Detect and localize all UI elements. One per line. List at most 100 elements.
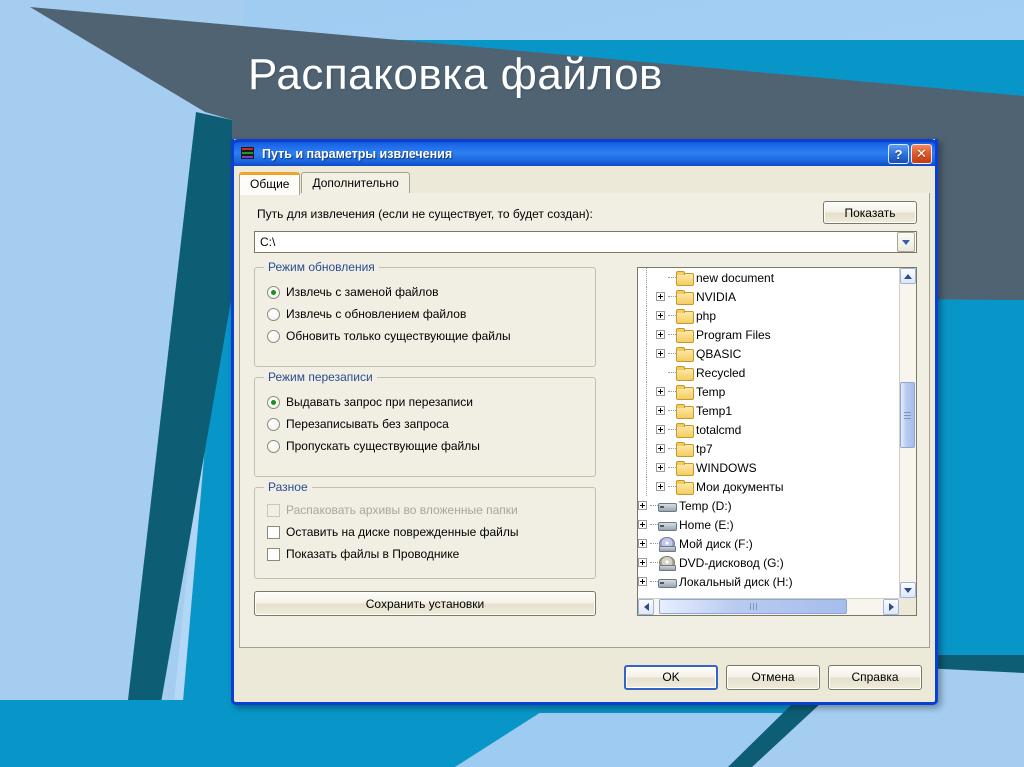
tree-item[interactable]: DVD-дисковод (G:) xyxy=(638,553,899,572)
tree-item[interactable]: Program Files xyxy=(638,325,899,344)
tree-indent-guide xyxy=(638,477,656,496)
save-settings-button[interactable]: Сохранить установки xyxy=(254,591,596,616)
tree-item[interactable]: Recycled xyxy=(638,363,899,382)
titlebar-buttons: ? ✕ xyxy=(888,144,932,164)
checkbox-icon xyxy=(267,503,280,517)
grip-icon xyxy=(904,411,911,420)
tree-item[interactable]: NVIDIA xyxy=(638,287,899,306)
chevron-down-icon[interactable] xyxy=(897,232,915,252)
checkbox-show-files-in-explorer[interactable]: Показать файлы в Проводнике xyxy=(267,543,595,565)
folder-tree-panel[interactable]: new document NVIDIA php Program Files QBASIC… xyxy=(637,267,917,616)
vertical-scroll-thumb[interactable] xyxy=(900,382,915,448)
misc-group: Разное Распаковать архивы во вложенные п… xyxy=(254,480,596,579)
tree-item[interactable]: tp7 xyxy=(638,439,899,458)
tree-item[interactable]: Мой диск (F:) xyxy=(638,534,899,553)
checkbox-keep-broken-files[interactable]: Оставить на диске поврежденные файлы xyxy=(267,521,595,543)
update-mode-title: Режим обновления xyxy=(264,260,379,274)
folder-icon xyxy=(676,271,694,286)
tree-item-label: NVIDIA xyxy=(696,289,737,304)
dialog-titlebar[interactable]: Путь и параметры извлечения ? ✕ xyxy=(231,139,938,166)
scroll-left-button[interactable] xyxy=(638,599,654,615)
tree-indent-guide xyxy=(638,344,656,363)
radio-label: Перезаписывать без запроса xyxy=(286,417,449,431)
radio-extract-replace[interactable]: Извлечь с заменой файлов xyxy=(267,281,595,303)
chevron-right-icon xyxy=(888,603,894,611)
tree-item[interactable]: new document xyxy=(638,268,899,287)
radio-update-existing-only[interactable]: Обновить только существующие файлы xyxy=(267,325,595,347)
close-icon[interactable]: ✕ xyxy=(911,144,932,164)
expand-plus-icon[interactable] xyxy=(656,292,665,301)
tree-connector xyxy=(668,344,676,363)
radio-overwrite-silently[interactable]: Перезаписывать без запроса xyxy=(267,413,595,435)
radio-icon[interactable] xyxy=(267,329,280,343)
tree-item[interactable]: WINDOWS xyxy=(638,458,899,477)
extraction-path-input[interactable]: C:\ xyxy=(255,235,897,249)
show-button[interactable]: Показать xyxy=(823,201,917,224)
cd-drive-icon xyxy=(658,536,676,552)
tree-item[interactable]: php xyxy=(638,306,899,325)
tab-general[interactable]: Общие xyxy=(239,172,301,195)
expand-plus-icon[interactable] xyxy=(656,311,665,320)
checkbox-icon[interactable] xyxy=(267,525,280,539)
expand-plus-icon[interactable] xyxy=(656,425,665,434)
scroll-right-button[interactable] xyxy=(883,599,899,615)
radio-label: Извлечь с заменой файлов xyxy=(286,285,439,299)
radio-extract-update[interactable]: Извлечь с обновлением файлов xyxy=(267,303,595,325)
radio-icon[interactable] xyxy=(267,417,280,431)
tree-horizontal-scrollbar[interactable] xyxy=(638,598,899,615)
tree-item-label: Мои документы xyxy=(696,479,784,494)
tree-connector xyxy=(650,496,658,515)
tree-item[interactable]: Мои документы xyxy=(638,477,899,496)
dvd-drive-icon xyxy=(658,555,676,571)
tree-item-label: Temp1 xyxy=(696,403,733,418)
expand-plus-icon[interactable] xyxy=(656,406,665,415)
expand-plus-icon[interactable] xyxy=(656,463,665,472)
dialog-title: Путь и параметры извлечения xyxy=(262,147,453,161)
tree-item[interactable]: Локальный диск (H:) xyxy=(638,572,899,591)
tree-item[interactable]: Home (E:) xyxy=(638,515,899,534)
tree-vertical-scrollbar[interactable] xyxy=(899,268,916,598)
radio-skip-existing[interactable]: Пропускать существующие файлы xyxy=(267,435,595,457)
tree-item[interactable]: Temp (D:) xyxy=(638,496,899,515)
extraction-path-combo[interactable]: C:\ xyxy=(254,231,917,253)
ok-button[interactable]: OK xyxy=(624,664,718,690)
tree-connector xyxy=(668,287,676,306)
expand-plus-icon[interactable] xyxy=(656,387,665,396)
scroll-down-button[interactable] xyxy=(900,582,916,598)
tree-item[interactable]: QBASIC xyxy=(638,344,899,363)
expand-plus-icon[interactable] xyxy=(638,539,647,548)
help-button[interactable]: Справка xyxy=(828,664,922,690)
tree-item[interactable]: totalcmd xyxy=(638,420,899,439)
horizontal-scroll-thumb[interactable] xyxy=(659,599,847,614)
cancel-button[interactable]: Отмена xyxy=(726,664,820,690)
tree-connector xyxy=(668,458,676,477)
tree-indent-guide xyxy=(638,458,656,477)
tree-item[interactable]: Temp1 xyxy=(638,401,899,420)
radio-icon[interactable] xyxy=(267,307,280,321)
radio-icon[interactable] xyxy=(267,285,280,299)
expand-plus-icon[interactable] xyxy=(638,501,647,510)
update-mode-group: Режим обновления Извлечь с заменой файло… xyxy=(254,260,596,367)
radio-icon[interactable] xyxy=(267,439,280,453)
expand-plus-icon[interactable] xyxy=(656,444,665,453)
expand-plus-icon[interactable] xyxy=(638,520,647,529)
tree-connector xyxy=(668,477,676,496)
folder-icon xyxy=(676,385,694,400)
checkbox-icon[interactable] xyxy=(267,547,280,561)
help-icon[interactable]: ? xyxy=(888,144,909,164)
scroll-up-button[interactable] xyxy=(900,268,916,284)
radio-prompt-on-overwrite[interactable]: Выдавать запрос при перезаписи xyxy=(267,391,595,413)
tree-item-label: Temp (D:) xyxy=(679,498,732,513)
tree-connector xyxy=(668,306,676,325)
tree-connector xyxy=(650,534,658,553)
expand-plus-icon[interactable] xyxy=(656,349,665,358)
tree-connector xyxy=(668,382,676,401)
expand-plus-icon[interactable] xyxy=(656,330,665,339)
expand-plus-icon[interactable] xyxy=(638,558,647,567)
tree-item[interactable]: Temp xyxy=(638,382,899,401)
chevron-up-icon xyxy=(904,273,912,279)
tab-advanced[interactable]: Дополнительно xyxy=(301,172,410,194)
radio-icon[interactable] xyxy=(267,395,280,409)
expand-plus-icon[interactable] xyxy=(656,482,665,491)
expand-plus-icon[interactable] xyxy=(638,577,647,586)
